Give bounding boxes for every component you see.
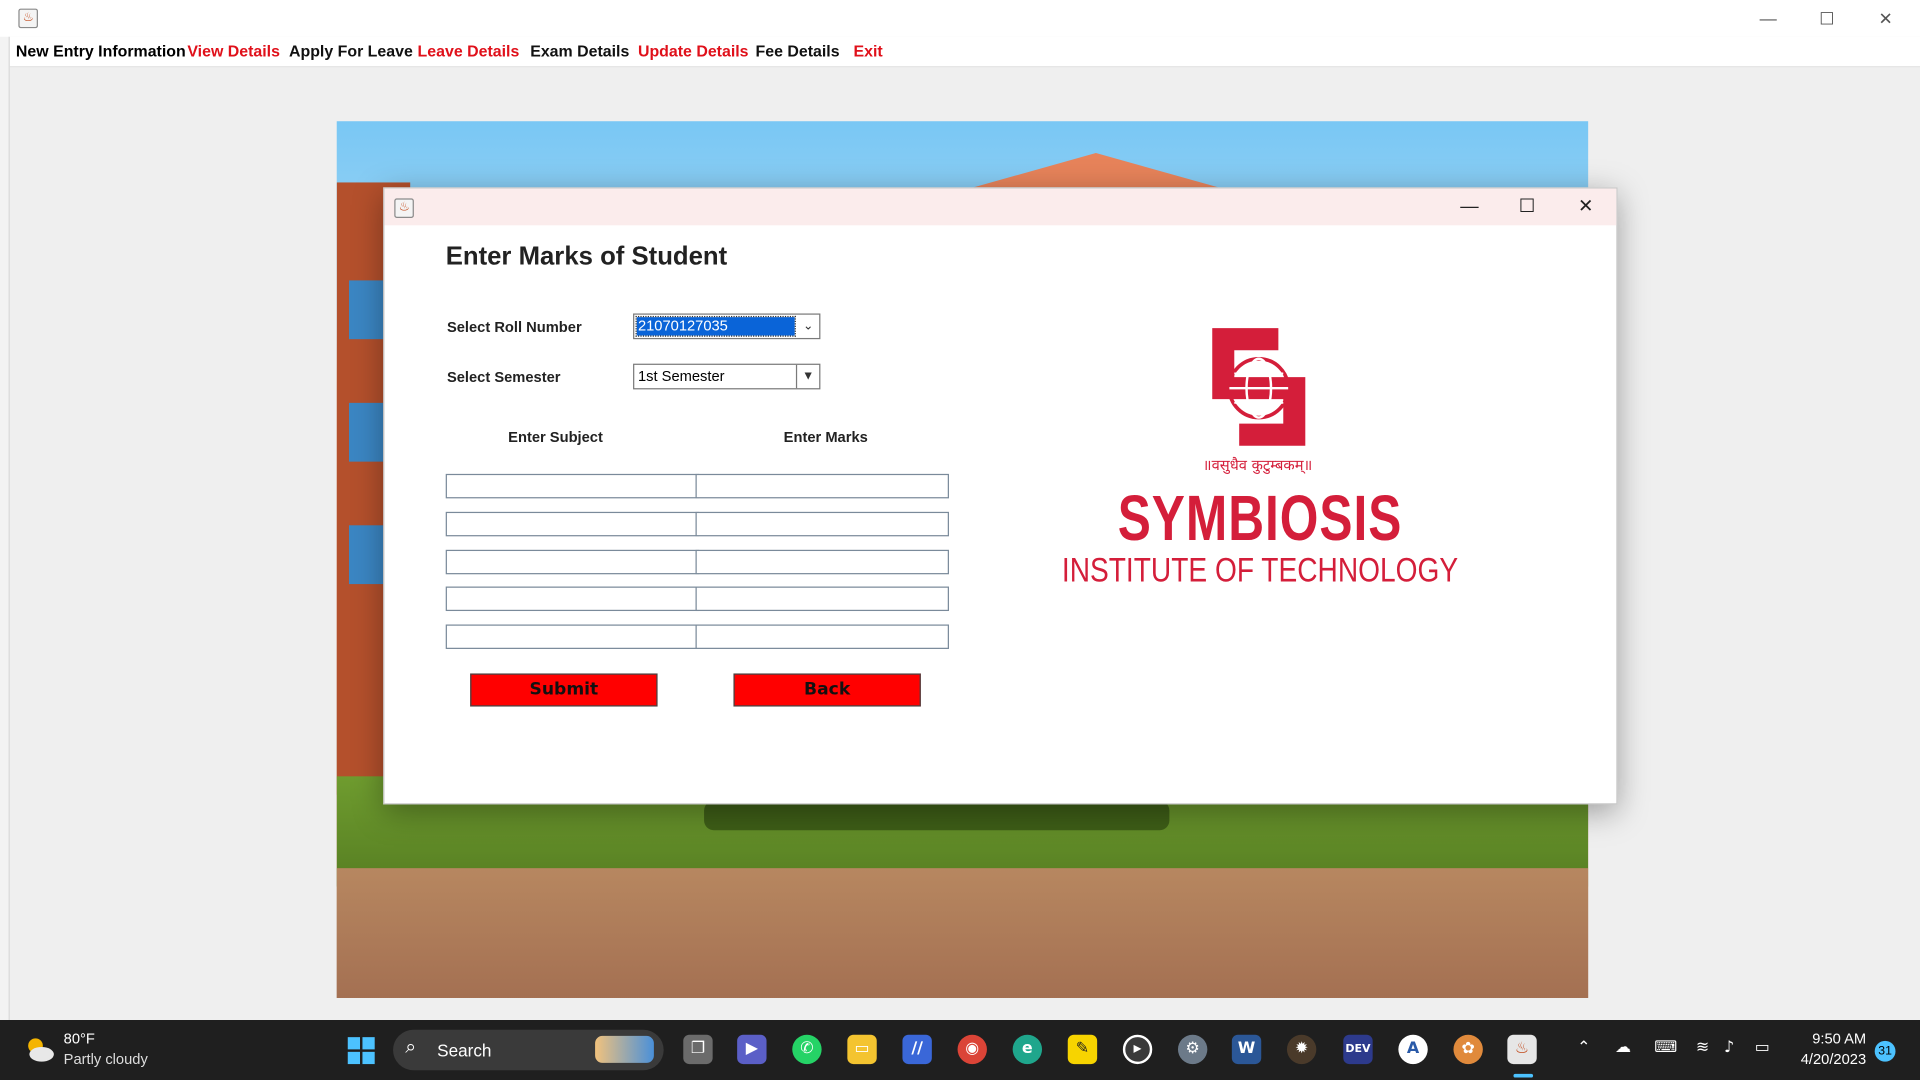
search-placeholder: Search — [437, 1040, 492, 1061]
photo-window — [348, 280, 384, 340]
clock-date[interactable]: 4/20/2023 — [1790, 1051, 1866, 1068]
menu-leave-details[interactable]: Leave Details — [418, 42, 520, 60]
search-icon: ⌕ — [405, 1037, 417, 1058]
java-app-icon: ♨ — [394, 198, 414, 218]
dialog-close-icon[interactable]: ✕ — [1572, 195, 1599, 219]
page-title: Enter Marks of Student — [445, 242, 728, 271]
menu-exam-details[interactable]: Exam Details — [530, 42, 629, 60]
teams-icon[interactable]: ▶ — [737, 1034, 767, 1065]
submit-button[interactable]: Submit — [470, 673, 658, 707]
taskbar: 80°F Partly cloudy ⌕ Search ❐ ▶ ✆ ▭ ∕∕ ◉… — [0, 1020, 1920, 1080]
java-app-icon: ♨ — [18, 8, 38, 29]
dropdown-arrow-icon[interactable]: ▼ — [795, 364, 819, 389]
file-explorer-icon[interactable]: ▭ — [847, 1034, 877, 1065]
roll-number-select[interactable]: 21070127035 ⌄ — [633, 313, 821, 340]
media-player-icon[interactable]: ▸ — [1122, 1034, 1153, 1065]
app-icon[interactable]: ✹ — [1286, 1034, 1317, 1065]
screen: ♨ — ☐ ✕ New Entry Information View Detai… — [0, 0, 1920, 1080]
taskbar-search[interactable]: ⌕ Search — [393, 1029, 664, 1071]
task-view-icon[interactable]: ❐ — [683, 1034, 713, 1065]
photo-window — [348, 525, 384, 585]
minimize-icon[interactable]: — — [1756, 7, 1780, 29]
volume-icon[interactable]: ♪ — [1724, 1038, 1734, 1056]
menu-exit[interactable]: Exit — [853, 42, 882, 60]
close-icon[interactable]: ✕ — [1873, 7, 1897, 29]
menu-update-details[interactable]: Update Details — [638, 42, 749, 60]
logo-subtitle: INSTITUTE OF TECHNOLOGY — [1061, 551, 1459, 589]
sticky-notes-icon[interactable]: ✎ — [1067, 1034, 1098, 1065]
java-icon[interactable]: ♨ — [1507, 1034, 1537, 1065]
symbiosis-emblem-icon — [1212, 328, 1306, 446]
menu-fee-details[interactable]: Fee Details — [756, 42, 840, 60]
keyboard-icon[interactable]: ⌨ — [1654, 1038, 1677, 1056]
dialog-maximize-icon[interactable]: ☐ — [1513, 195, 1540, 219]
marks-input-3[interactable] — [695, 549, 949, 575]
edge-icon[interactable]: e — [1012, 1034, 1043, 1065]
menu-apply-for-leave[interactable]: Apply For Leave — [289, 42, 413, 60]
marks-input-4[interactable] — [695, 586, 949, 612]
devcpp-icon[interactable]: DEV — [1343, 1034, 1373, 1065]
start-icon[interactable] — [347, 1036, 376, 1065]
marks-input-1[interactable] — [695, 473, 949, 499]
chrome-icon[interactable]: ◉ — [957, 1034, 987, 1065]
photo-roof — [973, 153, 1219, 188]
subject-input-1[interactable] — [445, 473, 700, 499]
whatsapp-icon[interactable]: ✆ — [792, 1034, 822, 1065]
onedrive-icon[interactable]: ☁ — [1615, 1038, 1631, 1056]
battery-icon[interactable]: ▭ — [1755, 1038, 1770, 1056]
marks-input-5[interactable] — [695, 624, 949, 649]
photo-window — [348, 402, 384, 462]
semester-label: Select Semester — [446, 368, 561, 386]
chevron-down-icon[interactable]: ⌄ — [797, 315, 819, 338]
partly-cloudy-icon[interactable] — [22, 1032, 56, 1066]
logo-name: SYMBIOSIS — [1117, 483, 1403, 555]
subject-input-3[interactable] — [445, 549, 700, 575]
paint-icon[interactable]: ✿ — [1453, 1034, 1483, 1065]
marks-input-2[interactable] — [695, 511, 949, 537]
subject-column-header: Enter Subject — [508, 428, 603, 446]
subject-input-2[interactable] — [445, 511, 700, 537]
window-left-edge — [0, 36, 10, 1021]
active-app-indicator — [1513, 1073, 1534, 1078]
menu-new-entry-information[interactable]: New Entry Information — [16, 42, 186, 60]
weather-temp: 80°F — [63, 1029, 95, 1047]
word-icon[interactable]: W — [1231, 1034, 1262, 1065]
menu-bar: New Entry Information View Details Apply… — [0, 36, 1920, 68]
wifi-icon[interactable]: ≋ — [1696, 1038, 1709, 1056]
logo-motto: ॥वसुधैव कुटुम्बकम्॥ — [1202, 456, 1313, 474]
enter-marks-dialog: ♨ — ☐ ✕ Enter Marks of Student Select Ro… — [383, 187, 1618, 805]
roll-number-label: Select Roll Number — [446, 318, 582, 336]
photo-path — [336, 868, 1589, 998]
dialog-titlebar: ♨ — ☐ ✕ — [384, 188, 1617, 226]
roll-number-value: 21070127035 — [635, 315, 796, 337]
maximize-icon[interactable]: ☐ — [1815, 7, 1839, 29]
menu-view-details[interactable]: View Details — [187, 42, 280, 60]
semester-value: 1st Semester — [637, 367, 725, 385]
semester-select[interactable]: 1st Semester ▼ — [633, 363, 821, 390]
photo-hedge — [704, 800, 1170, 831]
app-icon-2[interactable]: A — [1398, 1034, 1428, 1065]
main-window-titlebar: ♨ — ☐ ✕ — [0, 0, 1920, 37]
notification-badge[interactable]: 31 — [1874, 1040, 1896, 1062]
subject-input-4[interactable] — [445, 586, 700, 612]
clock-time[interactable]: 9:50 AM — [1795, 1030, 1866, 1047]
back-button[interactable]: Back — [733, 673, 921, 707]
search-highlight-icon — [595, 1035, 654, 1063]
chevron-up-icon[interactable]: ⌃ — [1577, 1038, 1590, 1056]
weather-desc: Partly cloudy — [63, 1050, 148, 1068]
marks-column-header: Enter Marks — [783, 428, 868, 446]
dialog-minimize-icon[interactable]: — — [1456, 195, 1483, 219]
visual-studio-icon[interactable]: ∕∕ — [902, 1034, 932, 1065]
subject-input-5[interactable] — [445, 624, 700, 649]
settings-icon[interactable]: ⚙ — [1177, 1034, 1208, 1065]
